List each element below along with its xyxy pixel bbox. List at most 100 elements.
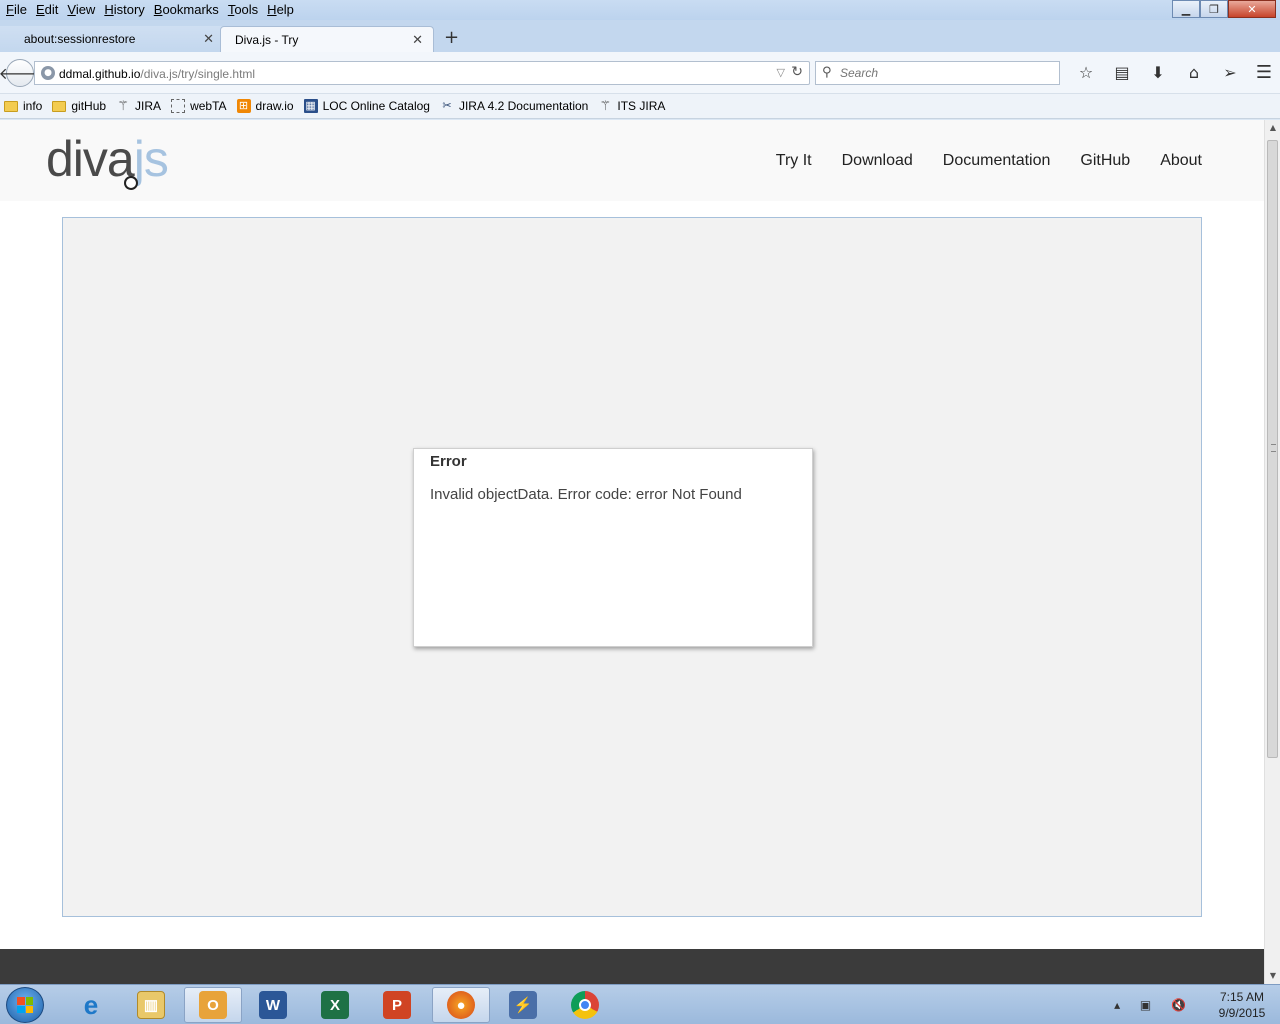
vertical-scrollbar[interactable]: ▲ ▼ bbox=[1264, 120, 1280, 984]
logo-accent: js bbox=[133, 131, 169, 187]
minimize-button[interactable]: ▁ bbox=[1172, 0, 1200, 18]
network-icon: ⚡ bbox=[509, 991, 537, 1019]
menu-help[interactable]: Help bbox=[267, 0, 299, 17]
site-logo[interactable]: divajs bbox=[46, 130, 169, 190]
search-icon: ⚲ bbox=[822, 65, 832, 80]
nav-try-it[interactable]: Try It bbox=[776, 152, 812, 170]
taskbar-internet-explorer[interactable]: e bbox=[62, 987, 120, 1023]
taskbar-excel[interactable]: X bbox=[306, 987, 364, 1023]
bookmark-label: JIRA bbox=[135, 99, 162, 113]
bookmark-jira[interactable]: ⚚ JIRA bbox=[116, 98, 162, 114]
jira-icon: ⚚ bbox=[599, 98, 612, 113]
tray-icons[interactable]: ▴ ▣ 🔇 bbox=[1114, 998, 1194, 1012]
menu-tools[interactable]: Tools bbox=[228, 0, 263, 17]
bookmark-label: info bbox=[23, 99, 43, 113]
bookmark-star-icon[interactable]: ☆ bbox=[1068, 63, 1104, 82]
tab-label: about:sessionrestore bbox=[24, 32, 136, 46]
jira-icon: ⚚ bbox=[117, 98, 129, 113]
tab-session-restore[interactable]: about:sessionrestore ✕ bbox=[0, 26, 224, 52]
scroll-down-icon[interactable]: ▼ bbox=[1265, 968, 1280, 984]
address-bar[interactable]: ● ddmal.github.io/diva.js/try/single.htm… bbox=[34, 61, 810, 85]
download-icon[interactable]: ⬇ bbox=[1140, 63, 1176, 82]
scrollbar-thumb[interactable] bbox=[1267, 140, 1278, 758]
close-icon: ✕ bbox=[1247, 2, 1257, 16]
nav-github[interactable]: GitHub bbox=[1080, 152, 1130, 170]
new-tab-icon[interactable]: + bbox=[444, 27, 459, 48]
clock[interactable]: 7:15 AM 9/9/2015 bbox=[1212, 989, 1272, 1021]
taskbar-network[interactable]: ⚡ bbox=[494, 987, 552, 1023]
internet-explorer-icon: e bbox=[83, 989, 99, 1020]
restore-button[interactable]: ❐ bbox=[1200, 0, 1228, 18]
word-icon: W bbox=[259, 991, 287, 1019]
menu-bookmarks[interactable]: Bookmarks bbox=[154, 0, 224, 17]
firefox-icon: ● bbox=[447, 991, 475, 1019]
hamburger-menu-icon[interactable]: ☰ bbox=[1256, 62, 1272, 83]
search-input[interactable] bbox=[840, 66, 1050, 80]
close-window-button[interactable]: ✕ bbox=[1228, 0, 1276, 18]
start-button[interactable] bbox=[6, 987, 44, 1023]
error-message: Invalid objectData. Error code: error No… bbox=[430, 486, 742, 503]
folder-icon bbox=[4, 100, 18, 112]
bookmark-github[interactable]: gitHub bbox=[52, 99, 106, 113]
menu-file[interactable]: File bbox=[6, 0, 32, 17]
page-icon bbox=[171, 99, 186, 113]
history-dropdown-icon[interactable]: ▽ bbox=[777, 66, 785, 79]
windows-taskbar: e ▥ O W X P ● ⚡ ▴ ▣ 🔇 7:15 AM 9/9/2015 bbox=[0, 984, 1280, 1024]
tab-close-icon[interactable]: ✕ bbox=[412, 32, 423, 48]
bookmark-info[interactable]: info bbox=[4, 99, 42, 113]
globe-icon: ● bbox=[41, 66, 55, 80]
nav-download[interactable]: Download bbox=[842, 152, 913, 170]
scroll-up-icon[interactable]: ▲ bbox=[1265, 120, 1280, 136]
taskbar-outlook[interactable]: O bbox=[184, 987, 242, 1023]
bookmark-drawio[interactable]: ⊞ draw.io bbox=[236, 99, 294, 113]
bookmark-label: LOC Online Catalog bbox=[322, 99, 430, 113]
excel-icon: X bbox=[321, 991, 349, 1019]
url-path: /diva.js/try/single.html bbox=[140, 67, 256, 81]
error-title: Error bbox=[430, 453, 467, 470]
taskbar-word[interactable]: W bbox=[244, 987, 302, 1023]
url-host: ddmal.github.io bbox=[59, 67, 141, 81]
menu-bar: File Edit View History Bookmarks Tools H… bbox=[0, 0, 1280, 20]
windows-logo-icon bbox=[17, 997, 33, 1013]
error-dialog: Error Invalid objectData. Error code: er… bbox=[413, 448, 813, 647]
nav-about[interactable]: About bbox=[1160, 152, 1202, 170]
diva-viewer[interactable]: Error Invalid objectData. Error code: er… bbox=[62, 217, 1202, 917]
url-text: ddmal.github.io/diva.js/try/single.html bbox=[59, 67, 255, 81]
menu-edit[interactable]: Edit bbox=[36, 0, 63, 17]
tab-label: Diva.js - Try bbox=[235, 33, 299, 47]
toolbar-icons: ☆ ▤ ⬇ ⌂ ➢ bbox=[1068, 63, 1248, 82]
taskbar-file-explorer[interactable]: ▥ bbox=[122, 987, 180, 1023]
back-button[interactable]: 🡐 bbox=[0, 59, 41, 87]
taskbar-powerpoint[interactable]: P bbox=[368, 987, 426, 1023]
send-icon[interactable]: ➢ bbox=[1212, 63, 1248, 82]
minimize-icon: ▁ bbox=[1181, 2, 1191, 16]
search-bar: ⚲ bbox=[815, 61, 1060, 85]
system-tray: ▴ ▣ 🔇 7:15 AM 9/9/2015 bbox=[1114, 989, 1272, 1021]
grip-icon bbox=[1271, 444, 1276, 452]
bookmark-label: ITS JIRA bbox=[617, 99, 666, 113]
bookmark-jira-docs[interactable]: ✂ JIRA 4.2 Documentation bbox=[440, 99, 588, 113]
nav-bar: 🡐 ● ddmal.github.io/diva.js/try/single.h… bbox=[0, 52, 1280, 94]
taskbar-firefox[interactable]: ● bbox=[432, 987, 490, 1023]
nav-documentation[interactable]: Documentation bbox=[943, 152, 1051, 170]
bookmark-webta[interactable]: webTA bbox=[171, 99, 227, 113]
taskbar-chrome[interactable] bbox=[556, 987, 614, 1023]
loc-icon: ▦ bbox=[303, 99, 318, 113]
reload-icon[interactable]: ↻ bbox=[791, 64, 803, 80]
bookmark-label: JIRA 4.2 Documentation bbox=[458, 99, 589, 113]
menu-view[interactable]: View bbox=[67, 0, 100, 17]
magnifier-icon bbox=[124, 176, 138, 190]
clock-date: 9/9/2015 bbox=[1218, 1006, 1266, 1020]
clock-time: 7:15 AM bbox=[1219, 990, 1265, 1004]
reading-list-icon[interactable]: ▤ bbox=[1104, 63, 1140, 82]
tab-close-icon[interactable]: ✕ bbox=[203, 31, 214, 47]
outlook-icon: O bbox=[199, 991, 227, 1019]
bookmark-loc[interactable]: ▦ LOC Online Catalog bbox=[303, 99, 430, 113]
folder-icon bbox=[52, 100, 67, 112]
drawio-icon: ⊞ bbox=[236, 99, 251, 113]
menu-history[interactable]: History bbox=[104, 0, 149, 17]
home-icon[interactable]: ⌂ bbox=[1176, 63, 1212, 82]
tab-diva-try[interactable]: Diva.js - Try ✕ bbox=[220, 26, 434, 52]
site-nav: Try It Download Documentation GitHub Abo… bbox=[746, 152, 1202, 170]
bookmark-its-jira[interactable]: ⚚ ITS JIRA bbox=[598, 98, 666, 114]
